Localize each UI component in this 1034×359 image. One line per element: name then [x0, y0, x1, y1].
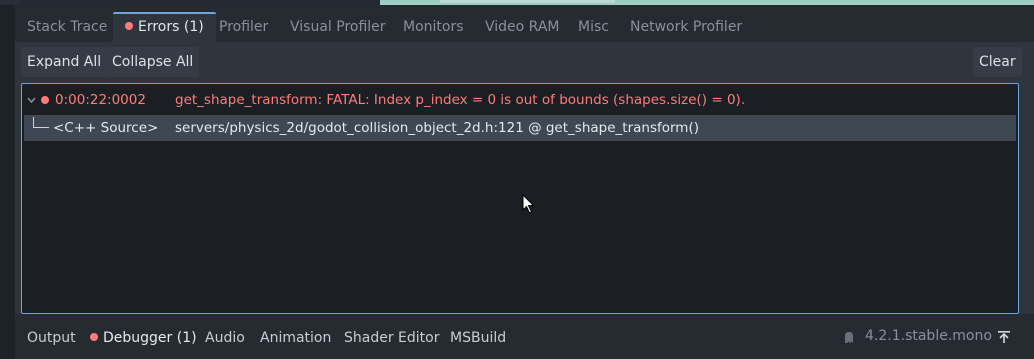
tab-stack-trace[interactable]: Stack Trace [15, 12, 119, 42]
bottom-tab-label: Debugger (1) [103, 330, 197, 346]
error-message: get_shape_transform: FATAL: Index p_inde… [175, 92, 746, 108]
clear-button[interactable]: Clear [973, 47, 1022, 77]
tab-network-profiler[interactable]: Network Profiler [618, 12, 754, 42]
tab-visual-profiler[interactable]: Visual Profiler [278, 12, 398, 42]
source-path: servers/physics_2d/godot_collision_objec… [175, 120, 699, 136]
version-label: 4.2.1.stable.mono [865, 328, 992, 344]
tab-label: Video RAM [485, 19, 560, 35]
tab-label: Stack Trace [27, 19, 108, 35]
tab-monitors[interactable]: Monitors [391, 12, 476, 42]
error-time: 0:00:22:0002 [55, 92, 146, 108]
expand-all-button[interactable]: Expand All [21, 47, 108, 77]
tab-video-ram[interactable]: Video RAM [473, 12, 572, 42]
mouse-cursor-icon [522, 194, 535, 214]
error-dot-icon [41, 96, 49, 104]
bottom-tab-debugger[interactable]: Debugger (1) [90, 320, 197, 356]
tab-label: Monitors [403, 19, 464, 35]
error-row[interactable]: 0:00:22:0002 get_shape_transform: FATAL:… [24, 87, 1016, 113]
debugger-tab-bar: Stack Trace Errors (1) Profiler Visual P… [15, 12, 1034, 42]
tab-label: Visual Profiler [290, 19, 386, 35]
bottom-tab-audio[interactable]: Audio [205, 320, 245, 356]
tab-label: Errors (1) [138, 19, 204, 35]
collapse-all-button[interactable]: Collapse All [106, 47, 200, 77]
bottom-tab-shader-editor[interactable]: Shader Editor [344, 320, 439, 356]
tree-connector [33, 117, 49, 128]
error-tree[interactable]: 0:00:22:0002 get_shape_transform: FATAL:… [21, 83, 1019, 314]
error-dot-icon [125, 22, 133, 30]
bottom-tab-msbuild[interactable]: MSBuild [450, 320, 506, 356]
bottom-tab-animation[interactable]: Animation [260, 320, 331, 356]
ghost-icon[interactable] [842, 330, 856, 344]
error-dot-icon [90, 333, 98, 341]
tab-errors[interactable]: Errors (1) [113, 12, 216, 42]
tab-misc[interactable]: Misc [566, 12, 621, 42]
tab-label: Profiler [219, 19, 269, 35]
tab-label: Network Profiler [630, 19, 743, 35]
tab-profiler[interactable]: Profiler [207, 12, 280, 42]
source-label: <C++ Source> [53, 120, 159, 136]
error-source-row[interactable]: <C++ Source> servers/physics_2d/godot_co… [24, 115, 1016, 141]
bottom-tab-output[interactable]: Output [27, 320, 76, 356]
pin-icon[interactable] [996, 329, 1012, 345]
tab-label: Misc [578, 19, 609, 35]
scrollbar-thumb[interactable] [440, 0, 615, 3]
